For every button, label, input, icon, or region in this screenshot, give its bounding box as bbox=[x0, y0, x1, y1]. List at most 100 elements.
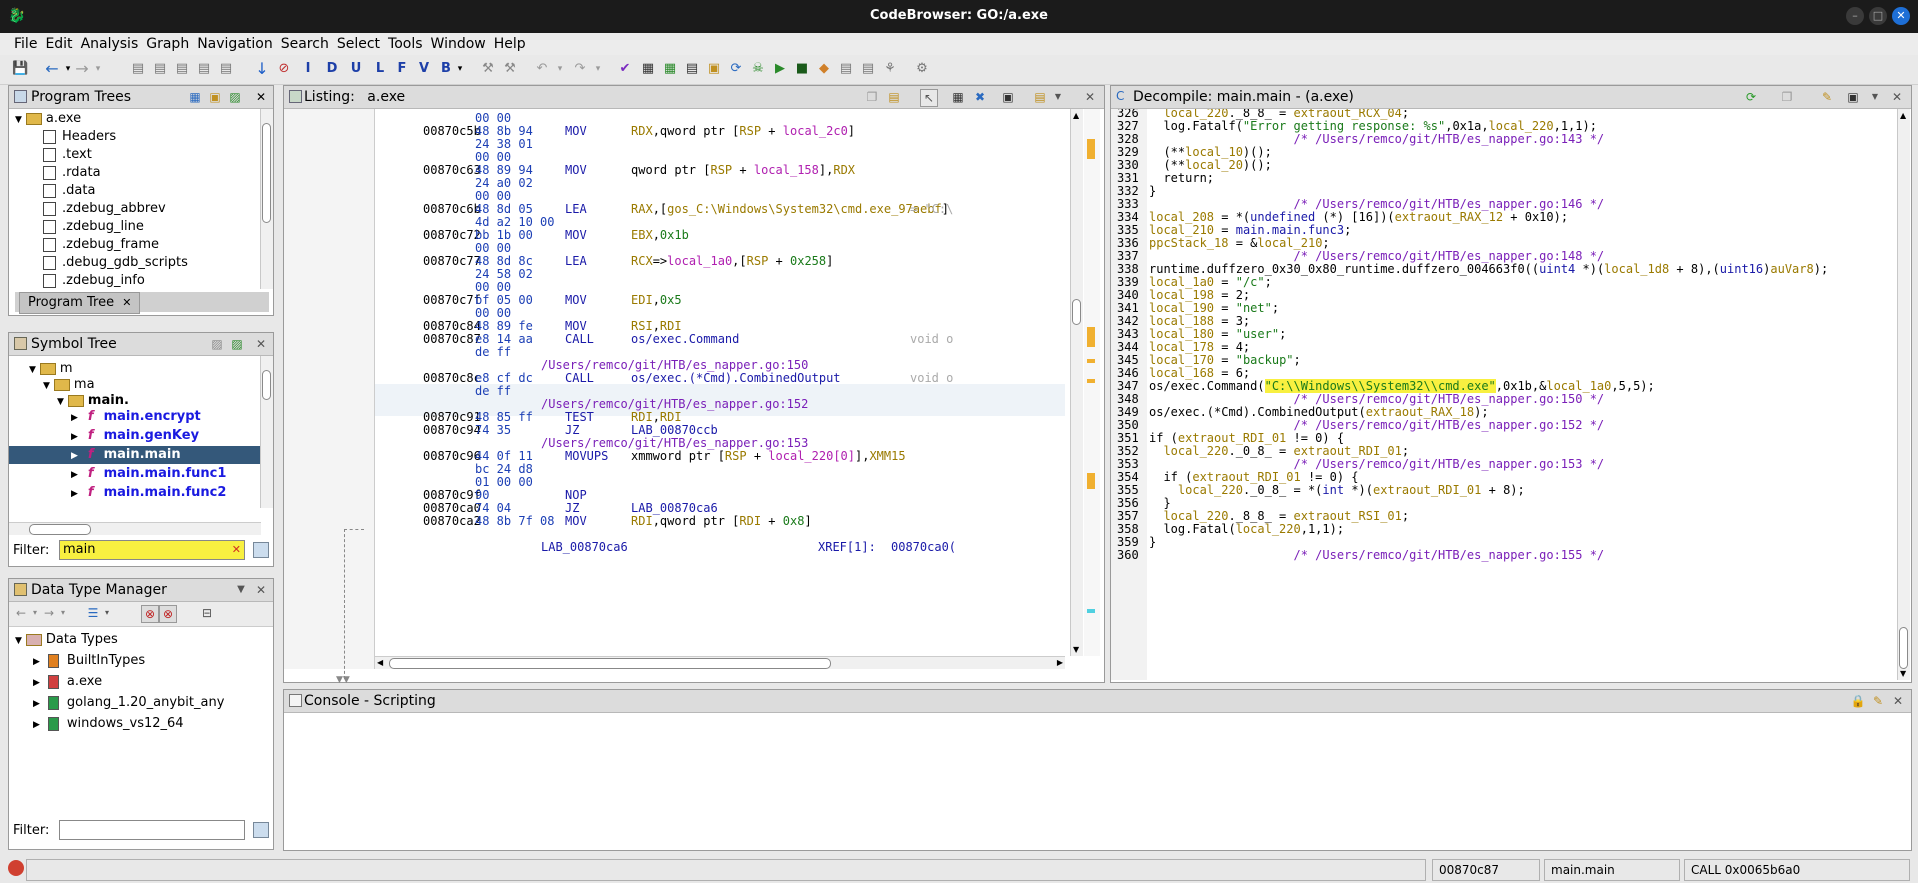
copy-icon[interactable]: ❐ bbox=[1779, 89, 1795, 105]
expand-right-icon[interactable]: ▶ bbox=[71, 432, 78, 442]
scroll-thumb[interactable] bbox=[262, 370, 271, 400]
expand-down-icon[interactable]: ▼ bbox=[43, 381, 50, 391]
bookmark2-icon[interactable]: ⚒ bbox=[502, 61, 518, 77]
nav-b-dropdown-icon[interactable]: ▾ bbox=[452, 61, 468, 77]
listing-row[interactable] bbox=[375, 528, 1065, 541]
program-tree-item[interactable]: .text bbox=[43, 146, 92, 164]
scroll-right-icon[interactable]: ▶ bbox=[1057, 658, 1063, 667]
symbol-snapshot-icon[interactable]: ▨ bbox=[229, 336, 245, 352]
open-folder-icon[interactable]: ▣ bbox=[207, 89, 223, 105]
nav-v-icon[interactable]: V bbox=[416, 61, 432, 77]
symbol-function-row[interactable]: ▶ f main.main bbox=[9, 446, 261, 464]
paste-icon[interactable]: ▤ bbox=[886, 89, 902, 105]
nav-i-icon[interactable]: I bbox=[300, 61, 316, 77]
menu-tools[interactable]: Tools bbox=[384, 33, 427, 55]
script-manager-icon[interactable]: ⟳ bbox=[728, 61, 744, 77]
scroll-thumb[interactable] bbox=[1072, 299, 1081, 325]
edit-icon[interactable]: ✎ bbox=[1819, 89, 1835, 105]
decompile-line[interactable]: 355 local_220._0_8_ = *(int *)(extraout_… bbox=[1111, 484, 1525, 497]
memory-map-icon[interactable]: ▤ bbox=[684, 61, 700, 77]
maximize-button[interactable]: □ bbox=[1869, 7, 1887, 25]
expand-right-icon[interactable]: ▶ bbox=[71, 489, 78, 499]
program-tree-item[interactable]: .zdebug_abbrev bbox=[43, 200, 166, 218]
close-panel-icon[interactable]: ✕ bbox=[253, 336, 269, 352]
listing-options-icon[interactable]: ▤ bbox=[1032, 89, 1048, 105]
nav-data-icon[interactable]: ▤ bbox=[152, 61, 168, 77]
decompile-options-dropdown-icon[interactable]: ▼ bbox=[1867, 89, 1883, 105]
copy-icon[interactable]: ❐ bbox=[864, 89, 880, 105]
refresh-tool-icon[interactable]: ▤ bbox=[860, 61, 876, 77]
field-editor-icon[interactable]: ▦ bbox=[950, 89, 966, 105]
lock-icon[interactable]: 🔒 bbox=[1850, 693, 1866, 709]
menu-help[interactable]: Help bbox=[490, 33, 530, 55]
forward-arrow-icon[interactable]: → bbox=[74, 61, 90, 77]
forward-dropdown-icon[interactable]: ▾ bbox=[55, 605, 71, 621]
listing-options-dropdown-icon[interactable]: ▼ bbox=[1050, 89, 1066, 105]
menu-edit[interactable]: Edit bbox=[41, 33, 76, 55]
expand-right-icon[interactable]: ▶ bbox=[33, 657, 40, 667]
diamond-icon[interactable]: ◆ bbox=[816, 61, 832, 77]
filter-options-icon[interactable] bbox=[253, 822, 269, 838]
nav-u-icon[interactable]: U bbox=[348, 61, 364, 77]
close-panel-icon[interactable]: ✕ bbox=[253, 89, 269, 105]
symbol-action-icon[interactable]: ▨ bbox=[209, 336, 225, 352]
diff-icon[interactable]: ✖ bbox=[972, 89, 988, 105]
dtm-root-row[interactable]: ▼ Data Types bbox=[15, 631, 118, 649]
scroll-thumb[interactable] bbox=[1899, 627, 1908, 669]
data-type-archive-row[interactable]: ▶ a.exe bbox=[33, 673, 102, 691]
expand-right-icon[interactable]: ▶ bbox=[71, 451, 78, 461]
listing-row[interactable]: 00870ca2 48 8b 7f 08 MOV RDI,qword ptr [RDI… bbox=[375, 515, 1065, 528]
clear-console-icon[interactable]: ✎ bbox=[1870, 693, 1886, 709]
program-tree-item[interactable]: Headers bbox=[43, 128, 116, 146]
scroll-up-icon[interactable]: ▲ bbox=[1900, 111, 1906, 120]
redo-dropdown-icon[interactable]: ▾ bbox=[590, 61, 606, 77]
close-window-button[interactable]: ✕ bbox=[1892, 7, 1910, 25]
checksum-icon[interactable]: ▤ bbox=[838, 61, 854, 77]
expand-right-icon[interactable]: ▶ bbox=[33, 678, 40, 688]
run-icon[interactable]: ▶ bbox=[772, 61, 788, 77]
symbol-function-row[interactable]: ▶ f main.genKey bbox=[9, 427, 261, 445]
decompile-line[interactable]: 358 log.Fatal(local_220,1,1); bbox=[1111, 523, 1344, 536]
undo-dropdown-icon[interactable]: ▾ bbox=[552, 61, 568, 77]
program-tree-item[interactable]: .zdebug_line bbox=[43, 218, 144, 236]
filter-arrays-icon[interactable]: ⊗ bbox=[141, 605, 159, 623]
menu-navigation[interactable]: Navigation bbox=[193, 33, 277, 55]
undo-icon[interactable]: ↶ bbox=[534, 61, 550, 77]
menu-select[interactable]: Select bbox=[333, 33, 384, 55]
nav-function-icon[interactable]: ▤ bbox=[218, 61, 234, 77]
scroll-down-icon[interactable]: ▼ bbox=[1900, 669, 1906, 678]
nav-instruction-icon[interactable]: ▤ bbox=[130, 61, 146, 77]
program-tree-item[interactable]: .rdata bbox=[43, 164, 101, 182]
expand-down-icon[interactable]: ▼ bbox=[57, 397, 64, 407]
symbol-function-row[interactable]: ▶ f main.encrypt bbox=[9, 408, 261, 426]
program-tree-item[interactable]: .debug_gdb_scripts bbox=[43, 254, 188, 272]
redo-icon[interactable]: ↷ bbox=[572, 61, 588, 77]
symbol-filter-input[interactable]: main ✕ bbox=[59, 540, 245, 560]
stop-icon[interactable]: ⊘ bbox=[276, 61, 292, 77]
clear-filter-icon[interactable]: ✕ bbox=[232, 541, 241, 559]
expand-right-icon[interactable]: ▶ bbox=[33, 720, 40, 730]
dtm-filter-input[interactable] bbox=[59, 820, 245, 840]
listing-row[interactable]: LAB_00870ca6 XREF[1]: 00870ca0( bbox=[375, 541, 1065, 554]
dtm-menu-icon[interactable]: ▼ bbox=[233, 582, 249, 598]
nav-f-icon[interactable]: F bbox=[394, 61, 410, 77]
cursor-icon[interactable]: ↖ bbox=[920, 89, 938, 107]
data-type-archive-row[interactable]: ▶ windows_vs12_64 bbox=[33, 715, 184, 733]
graph-icon[interactable]: ☠ bbox=[750, 61, 766, 77]
expand-down-icon[interactable]: ▼ bbox=[15, 636, 22, 646]
snapshot-icon[interactable]: ▨ bbox=[227, 89, 243, 105]
structure-icon[interactable]: ⚘ bbox=[882, 61, 898, 77]
listing-scrollbar[interactable]: ▲ ▼ bbox=[1070, 109, 1083, 656]
calculator-icon[interactable]: ▦ bbox=[640, 61, 656, 77]
folder-tool-icon[interactable]: ▣ bbox=[706, 61, 722, 77]
forward-dropdown-icon[interactable]: ▾ bbox=[90, 61, 106, 77]
scroll-thumb[interactable] bbox=[262, 123, 271, 223]
dtm-options-dropdown-icon[interactable]: ▾ bbox=[99, 605, 115, 621]
save-icon[interactable]: 💾 bbox=[12, 61, 28, 77]
expand-down-icon[interactable]: ▼ bbox=[15, 115, 22, 125]
down-arrow-icon[interactable]: ↓ bbox=[254, 61, 270, 77]
symbol-function-row[interactable]: ▶ f main.main.func1 bbox=[9, 465, 261, 483]
filter-options-icon[interactable] bbox=[253, 542, 269, 558]
overview-bar[interactable] bbox=[1084, 109, 1100, 656]
nav-undefined-icon[interactable]: ▤ bbox=[174, 61, 190, 77]
